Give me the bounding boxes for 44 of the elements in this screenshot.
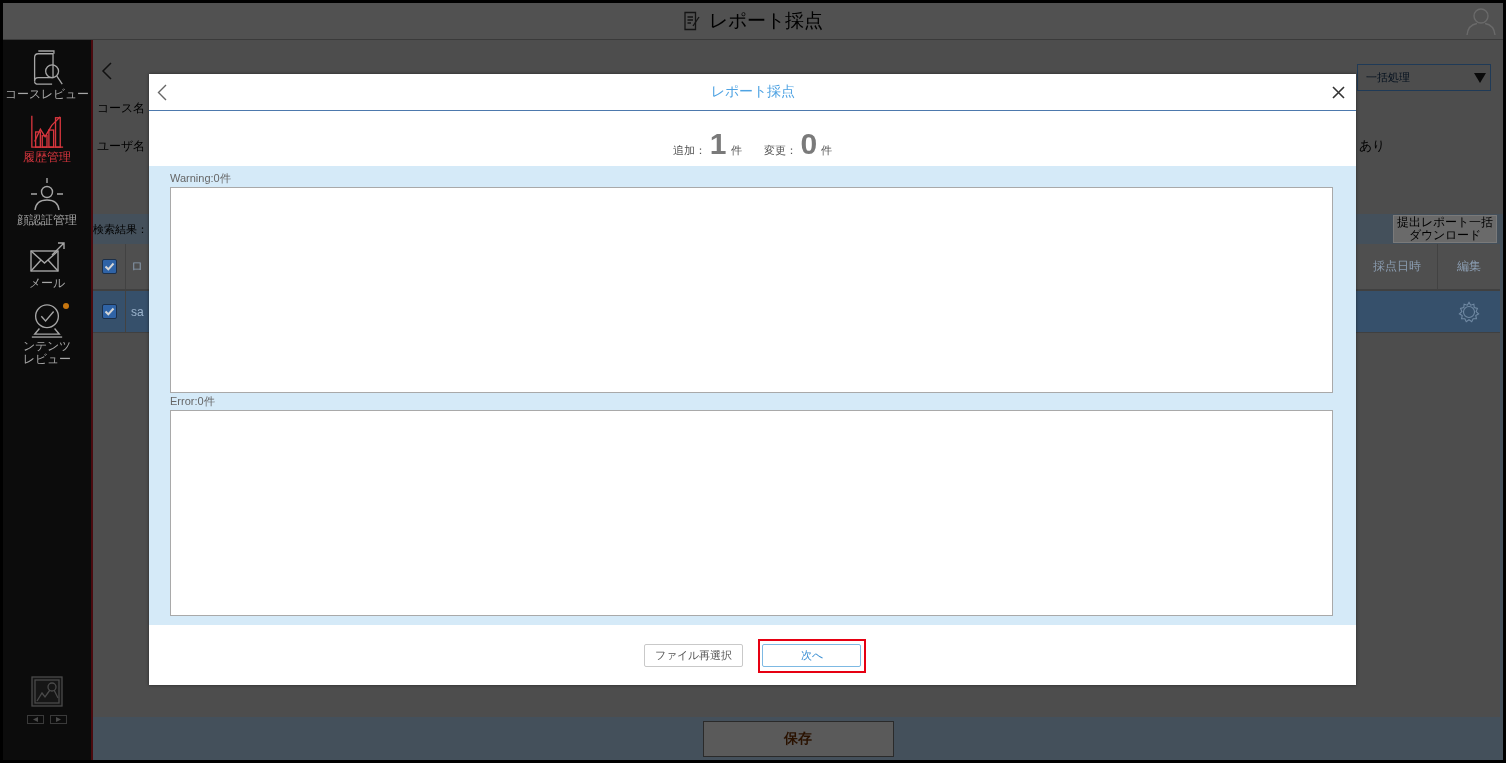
settings-icon[interactable] xyxy=(1458,300,1480,323)
bar-chart-icon xyxy=(29,113,65,149)
page-title: レポート採点 xyxy=(708,9,823,33)
user-name-label: ユーザ名 xyxy=(97,138,145,154)
person-icon xyxy=(28,177,66,211)
table-cell: sa xyxy=(131,304,144,319)
results-label: 検索結果： xyxy=(93,221,148,237)
check-circle-stand-icon xyxy=(29,301,65,339)
previous-button[interactable] xyxy=(27,715,44,724)
envelope-icon xyxy=(28,240,66,274)
column-header: ロ xyxy=(131,258,143,275)
chevron-left-icon[interactable] xyxy=(157,83,167,101)
checkbox[interactable] xyxy=(101,304,117,319)
sidebar-item[interactable]: コースレビュー xyxy=(3,48,91,111)
course-name-label: コース名 xyxy=(97,100,146,116)
chevron-left-icon[interactable] xyxy=(101,62,113,80)
sidebar-item[interactable]: ンテンツレビュー xyxy=(3,300,91,366)
right-triangle-icon xyxy=(56,717,61,722)
count-unit: 件 xyxy=(821,143,833,158)
reselect-file-button[interactable]: ファイル再選択 xyxy=(644,643,743,667)
column-header: 編集 xyxy=(1457,258,1481,275)
column-header: 採点日時 xyxy=(1372,258,1421,275)
document-icon xyxy=(683,11,700,31)
caret-icon xyxy=(1474,72,1486,83)
close-icon[interactable] xyxy=(1332,85,1345,99)
next-page-button[interactable] xyxy=(50,715,67,724)
download-button[interactable]: 提出レポート一括ダウンロード xyxy=(1393,215,1497,243)
count-label: 追加： xyxy=(672,143,706,158)
count-label: 変更： xyxy=(763,143,797,158)
checkbox[interactable] xyxy=(101,259,117,274)
left-triangle-icon xyxy=(33,717,38,722)
log-label: Error:0件 xyxy=(170,394,216,409)
count-value: 1 xyxy=(709,129,727,159)
sidebar-item[interactable]: 履歴管理 xyxy=(3,111,91,174)
count-unit: 件 xyxy=(730,143,742,158)
count-value: 0 xyxy=(800,129,818,159)
note-text: あり xyxy=(1359,138,1385,154)
sidebar-item[interactable]: 顔認証管理 xyxy=(3,174,91,237)
user-icon[interactable] xyxy=(1465,6,1497,36)
chart-picture-icon[interactable] xyxy=(31,676,63,707)
dialog-title: レポート採点 xyxy=(709,83,796,101)
sidebar-item[interactable]: メール xyxy=(3,237,91,300)
next-button[interactable]: 次へ xyxy=(762,643,861,667)
log-label: Warning:0件 xyxy=(170,171,232,186)
